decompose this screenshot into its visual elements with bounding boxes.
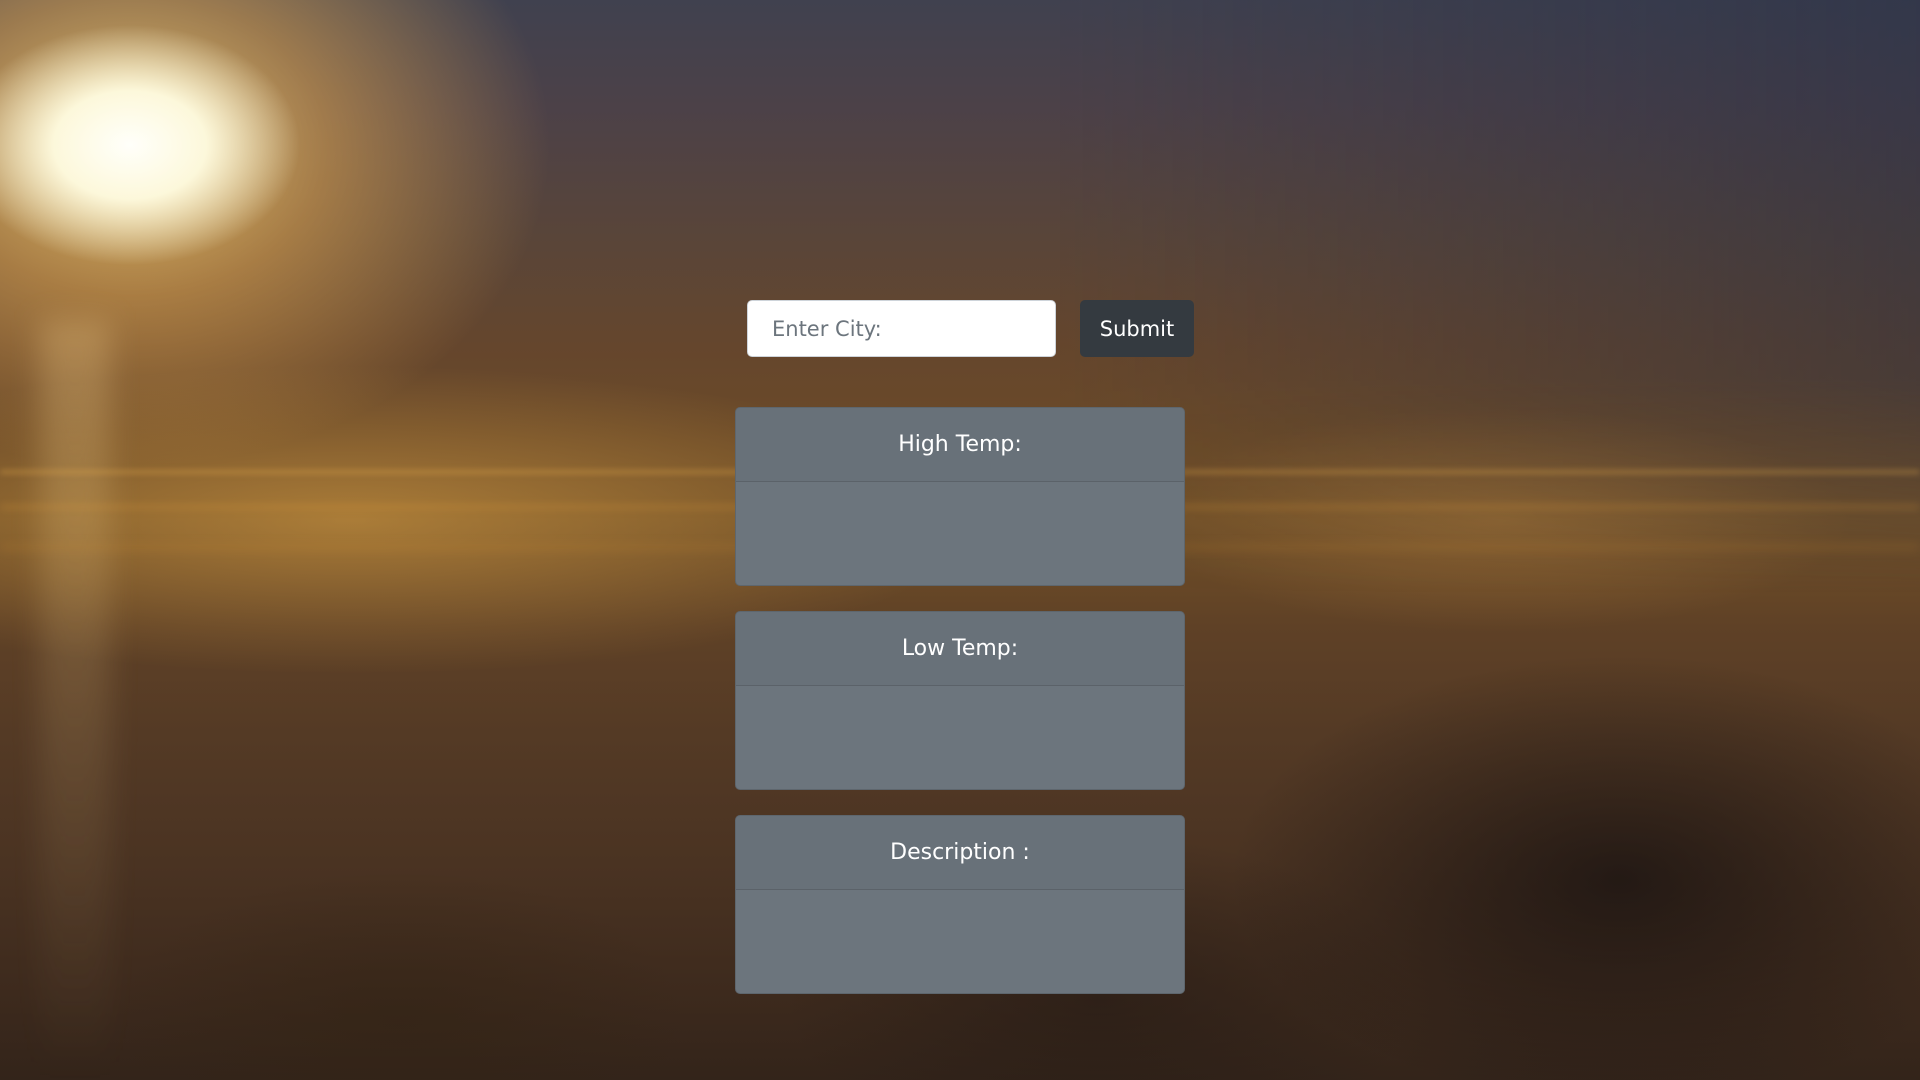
- high-temp-value: [736, 482, 1184, 585]
- high-temp-header: High Temp:: [736, 408, 1184, 482]
- description-card: Description :: [735, 815, 1185, 994]
- description-value: [736, 890, 1184, 993]
- city-input[interactable]: [747, 300, 1056, 357]
- app-root: Submit High Temp: Low Temp: Description …: [0, 0, 1920, 1080]
- description-header: Description :: [736, 816, 1184, 890]
- high-temp-card: High Temp:: [735, 407, 1185, 586]
- low-temp-card: Low Temp:: [735, 611, 1185, 790]
- low-temp-header: Low Temp:: [736, 612, 1184, 686]
- submit-button[interactable]: Submit: [1080, 300, 1194, 357]
- low-temp-value: [736, 686, 1184, 789]
- city-search-form: Submit: [747, 300, 1194, 357]
